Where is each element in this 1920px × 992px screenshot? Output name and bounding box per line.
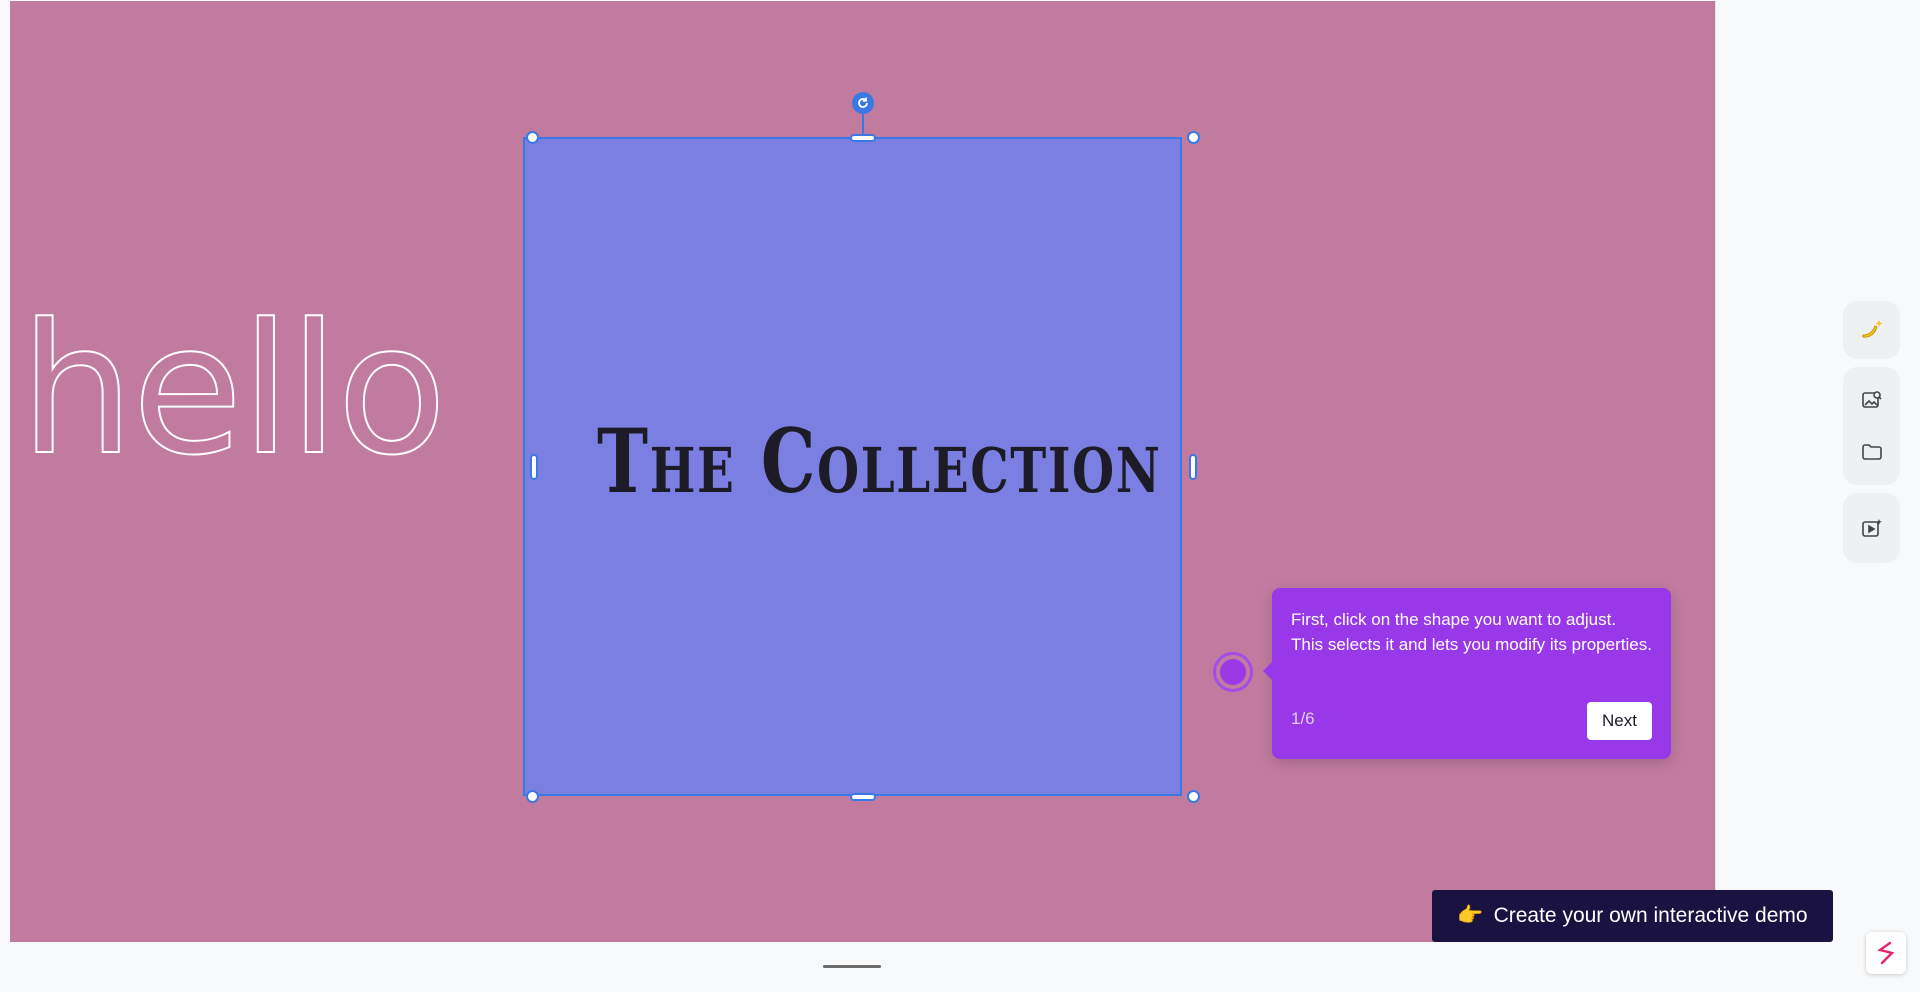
- side-toolbar-group-video: [1843, 493, 1900, 563]
- resize-handle-left[interactable]: [530, 454, 538, 480]
- pointing-hand-icon: 👉: [1457, 904, 1484, 927]
- side-toolbar-group-ai: [1843, 301, 1900, 359]
- selected-shape[interactable]: The Collection: [523, 137, 1182, 796]
- create-demo-button[interactable]: 👉 Create your own interactive demo: [1432, 890, 1833, 942]
- resize-handle-right[interactable]: [1189, 454, 1197, 480]
- create-demo-label: Create your own interactive demo: [1493, 904, 1808, 927]
- side-toolbar-group-media: [1843, 367, 1900, 485]
- image-search-icon[interactable]: [1852, 380, 1892, 420]
- video-sparkle-icon[interactable]: [1852, 508, 1892, 548]
- banana-sparkle-icon[interactable]: [1852, 310, 1892, 350]
- next-button[interactable]: Next: [1587, 702, 1652, 740]
- resize-handle-bottom-right[interactable]: [1187, 790, 1200, 803]
- resize-handle-bottom-left[interactable]: [526, 790, 539, 803]
- folder-icon[interactable]: [1852, 432, 1892, 472]
- resize-handle-bottom[interactable]: [850, 793, 876, 801]
- storylane-logo-icon[interactable]: [1866, 932, 1906, 974]
- resize-grip[interactable]: [823, 965, 881, 968]
- tour-tooltip-text: First, click on the shape you want to ad…: [1291, 610, 1652, 654]
- tour-tooltip: First, click on the shape you want to ad…: [1263, 588, 1671, 759]
- resize-handle-top-right[interactable]: [1187, 131, 1200, 144]
- tour-hotspot[interactable]: [1213, 652, 1253, 692]
- tour-hotspot-inner: [1220, 659, 1246, 685]
- hello-text-element[interactable]: hello: [19, 300, 448, 482]
- shape-text: The Collection: [597, 409, 1162, 513]
- resize-handle-top[interactable]: [850, 134, 876, 142]
- resize-handle-top-left[interactable]: [526, 131, 539, 144]
- rotate-handle-icon[interactable]: [852, 92, 874, 114]
- tour-step-indicator: 1/6: [1291, 709, 1315, 728]
